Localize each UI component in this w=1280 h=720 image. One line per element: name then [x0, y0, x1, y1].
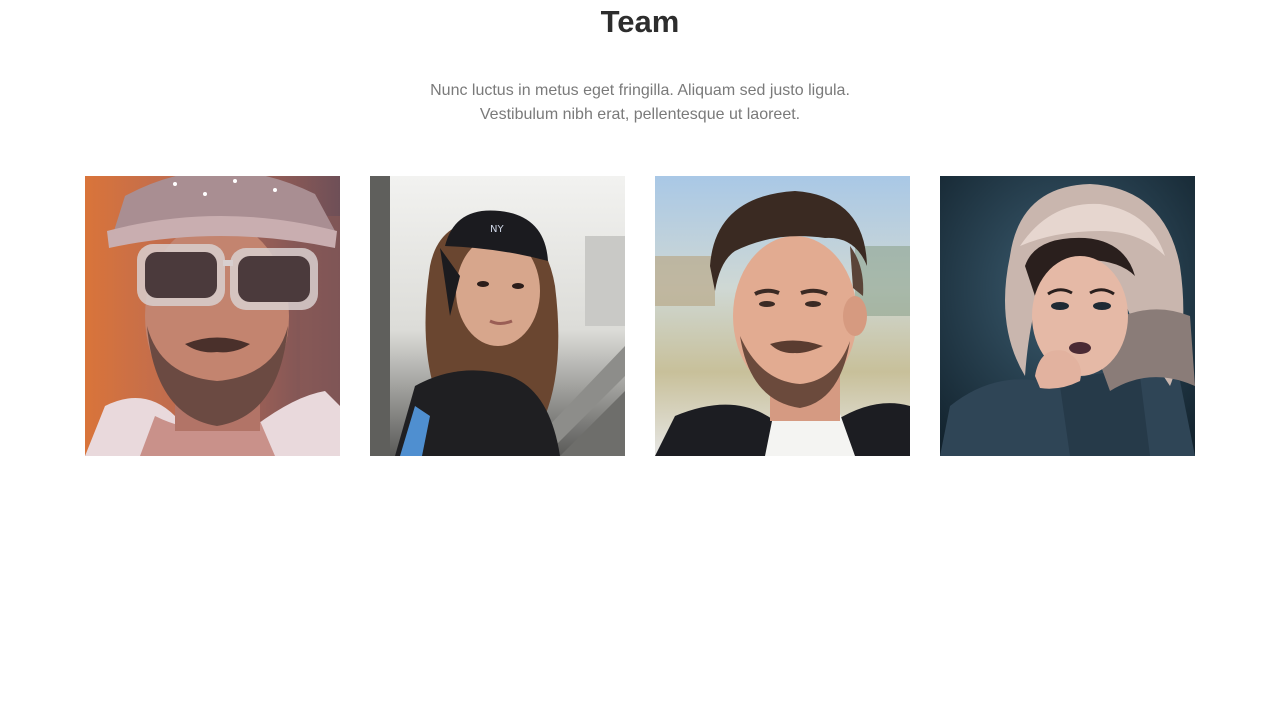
- svg-text:NY: NY: [490, 224, 504, 235]
- team-page: Team Nunc luctus in metus eget fringilla…: [0, 0, 1280, 720]
- woman-with-backwards-cap-photo: NY: [370, 176, 625, 456]
- subtitle-line-2: Vestibulum nibh erat, pellentesque ut la…: [479, 106, 801, 123]
- section-title: Team: [600, 4, 680, 39]
- section-subtitle: Nunc luctus in metus eget fringilla. Ali…: [0, 79, 1280, 127]
- team-grid: NY: [85, 176, 1195, 456]
- team-member-card-3[interactable]: [655, 176, 910, 456]
- woman-in-fur-hood-photo: [940, 176, 1195, 456]
- man-with-pompadour-haircut-photo: [655, 176, 910, 456]
- team-member-card-2[interactable]: NY: [370, 176, 625, 456]
- team-member-card-1[interactable]: [85, 176, 340, 456]
- team-member-card-4[interactable]: [940, 176, 1195, 456]
- subtitle-line-1: Nunc luctus in metus eget fringilla. Ali…: [430, 82, 850, 99]
- man-with-cap-and-sunglasses-photo: [85, 176, 340, 456]
